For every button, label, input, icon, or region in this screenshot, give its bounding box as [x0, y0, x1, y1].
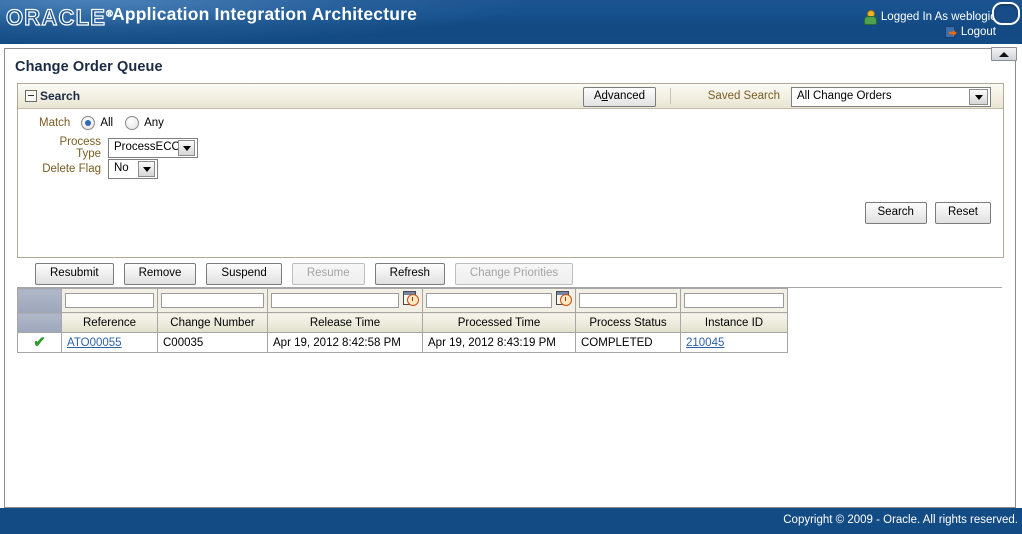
suspend-button[interactable]: Suspend [206, 263, 282, 285]
oracle-badge-icon [992, 2, 1020, 25]
filter-input-processed-time[interactable] [426, 293, 552, 308]
triangle-down-glyph [974, 94, 983, 100]
match-all-label: All [100, 117, 114, 129]
queue-toolbar: Resubmit Remove Suspend Resume Refresh C… [17, 261, 1002, 287]
filter-cell-reference [61, 288, 158, 313]
oracle-logo-text: ORACLE [5, 4, 107, 30]
saved-search-value: All Change Orders [797, 90, 892, 102]
cell-change-number: C00035 [157, 332, 268, 353]
column-header-release-time[interactable]: Release Time [267, 312, 423, 333]
collapse-minus-icon[interactable] [25, 90, 37, 102]
oracle-logo: ORACLE® [5, 4, 114, 31]
process-type-label: Process Type [59, 136, 101, 160]
filter-cell-change-number [157, 288, 268, 313]
chevron-down-icon[interactable] [138, 161, 155, 177]
cell-reference: ATO00055 [61, 332, 158, 353]
process-type-select[interactable]: ProcessECO [108, 138, 198, 158]
row-select-cell[interactable]: ✔ [17, 332, 62, 353]
copyright-text: Copyright © 2009 - Oracle. All rights re… [783, 514, 1018, 526]
search-panel-title: Search [40, 89, 81, 103]
triangle-down-glyph [142, 166, 151, 172]
delete-flag-row: Delete Flag No [39, 159, 158, 179]
filter-cell-process-status [575, 288, 681, 313]
reset-button[interactable]: Reset [934, 202, 991, 224]
header-divider [670, 88, 671, 104]
clock-glyph [407, 294, 419, 306]
logout-icon [944, 25, 958, 38]
filter-input-process-status[interactable] [579, 293, 677, 308]
match-any-label: Any [144, 117, 164, 129]
application-window: ORACLE® Application Integration Architec… [0, 0, 1022, 534]
content-frame: Change Order Queue Search Advanced Saved… [4, 48, 1016, 508]
column-header-processed-time[interactable]: Processed Time [422, 312, 576, 333]
match-all-radio[interactable] [81, 116, 96, 130]
filter-select-col [17, 288, 62, 313]
date-picker-icon[interactable] [556, 291, 572, 306]
branding-bar: ORACLE® Application Integration Architec… [0, 0, 1022, 44]
instance-id-link[interactable]: 210045 [686, 337, 724, 349]
search-actions: Search Reset [864, 202, 991, 224]
column-header-instance-id[interactable]: Instance ID [680, 312, 788, 333]
logout-link[interactable]: Logout [961, 26, 996, 38]
chevron-down-icon[interactable] [178, 140, 195, 156]
column-header-select [17, 312, 62, 333]
filter-input-release-time[interactable] [271, 293, 399, 308]
table-header-row: Reference Change Number Release Time Pro… [17, 312, 788, 333]
selected-check-icon: ✔ [33, 334, 46, 351]
advanced-label-pre: A [593, 90, 602, 102]
remove-button[interactable]: Remove [123, 263, 197, 285]
logged-in-text: Logged In As weblogic [880, 10, 996, 23]
change-priorities-button: Change Priorities [454, 263, 574, 285]
page-title: Change Order Queue [15, 59, 163, 75]
change-order-table: Reference Change Number Release Time Pro… [17, 288, 788, 353]
login-area: Logged In As weblogic Logout [863, 10, 996, 38]
logged-in-line: Logged In As weblogic [863, 10, 996, 25]
cell-instance-id: 210045 [680, 332, 788, 353]
table-row[interactable]: ✔ ATO00055 C00035 Apr 19, 2012 8:42:58 P… [17, 332, 788, 353]
reference-link[interactable]: ATO00055 [67, 337, 122, 349]
filter-input-instance-id[interactable] [684, 293, 784, 308]
column-header-reference[interactable]: Reference [61, 312, 158, 333]
scroll-up-button[interactable] [991, 47, 1017, 61]
saved-search-select[interactable]: All Change Orders [791, 87, 991, 107]
filter-cell-processed-time [422, 288, 576, 313]
resume-button: Resume [291, 263, 365, 285]
filter-cell-instance-id [680, 288, 788, 313]
cell-processed-time: Apr 19, 2012 8:43:19 PM [422, 332, 576, 353]
date-picker-icon[interactable] [403, 291, 419, 306]
saved-search-label: Saved Search [707, 90, 780, 102]
advanced-label-post: vanced [607, 90, 645, 102]
refresh-button[interactable]: Refresh [374, 263, 445, 285]
match-label: Match [39, 117, 71, 129]
logout-line[interactable]: Logout [864, 25, 996, 38]
chevron-down-icon[interactable] [969, 89, 988, 105]
chevron-up-icon [999, 51, 1009, 57]
match-any-radio[interactable] [125, 116, 140, 130]
triangle-down-glyph [182, 145, 191, 151]
delete-flag-value: No [114, 162, 129, 174]
match-row: Match All Any [39, 116, 171, 130]
change-order-table-container: Reference Change Number Release Time Pro… [17, 287, 1002, 500]
process-type-value: ProcessECO [114, 141, 181, 153]
search-button[interactable]: Search [864, 202, 927, 224]
application-title: Application Integration Architecture [112, 4, 418, 24]
advanced-button[interactable]: Advanced [582, 87, 656, 107]
delete-flag-label: Delete Flag [42, 163, 101, 175]
delete-flag-select[interactable]: No [108, 159, 158, 179]
page-footer: Copyright © 2009 - Oracle. All rights re… [0, 508, 1022, 534]
resubmit-button[interactable]: Resubmit [35, 263, 114, 285]
cell-process-status: COMPLETED [575, 332, 681, 353]
search-panel-header: Search Advanced Saved Search All Change … [18, 84, 1003, 109]
column-header-process-status[interactable]: Process Status [575, 312, 681, 333]
column-header-change-number[interactable]: Change Number [157, 312, 268, 333]
filter-cell-release-time [267, 288, 423, 313]
filter-input-change-number[interactable] [161, 293, 264, 308]
process-type-row: Process Type ProcessECO [39, 136, 198, 160]
user-icon [863, 10, 877, 25]
search-panel: Search Advanced Saved Search All Change … [17, 83, 1004, 258]
filter-input-reference[interactable] [65, 293, 154, 308]
table-filter-row [17, 288, 788, 313]
clock-glyph [560, 294, 572, 306]
cell-release-time: Apr 19, 2012 8:42:58 PM [267, 332, 423, 353]
